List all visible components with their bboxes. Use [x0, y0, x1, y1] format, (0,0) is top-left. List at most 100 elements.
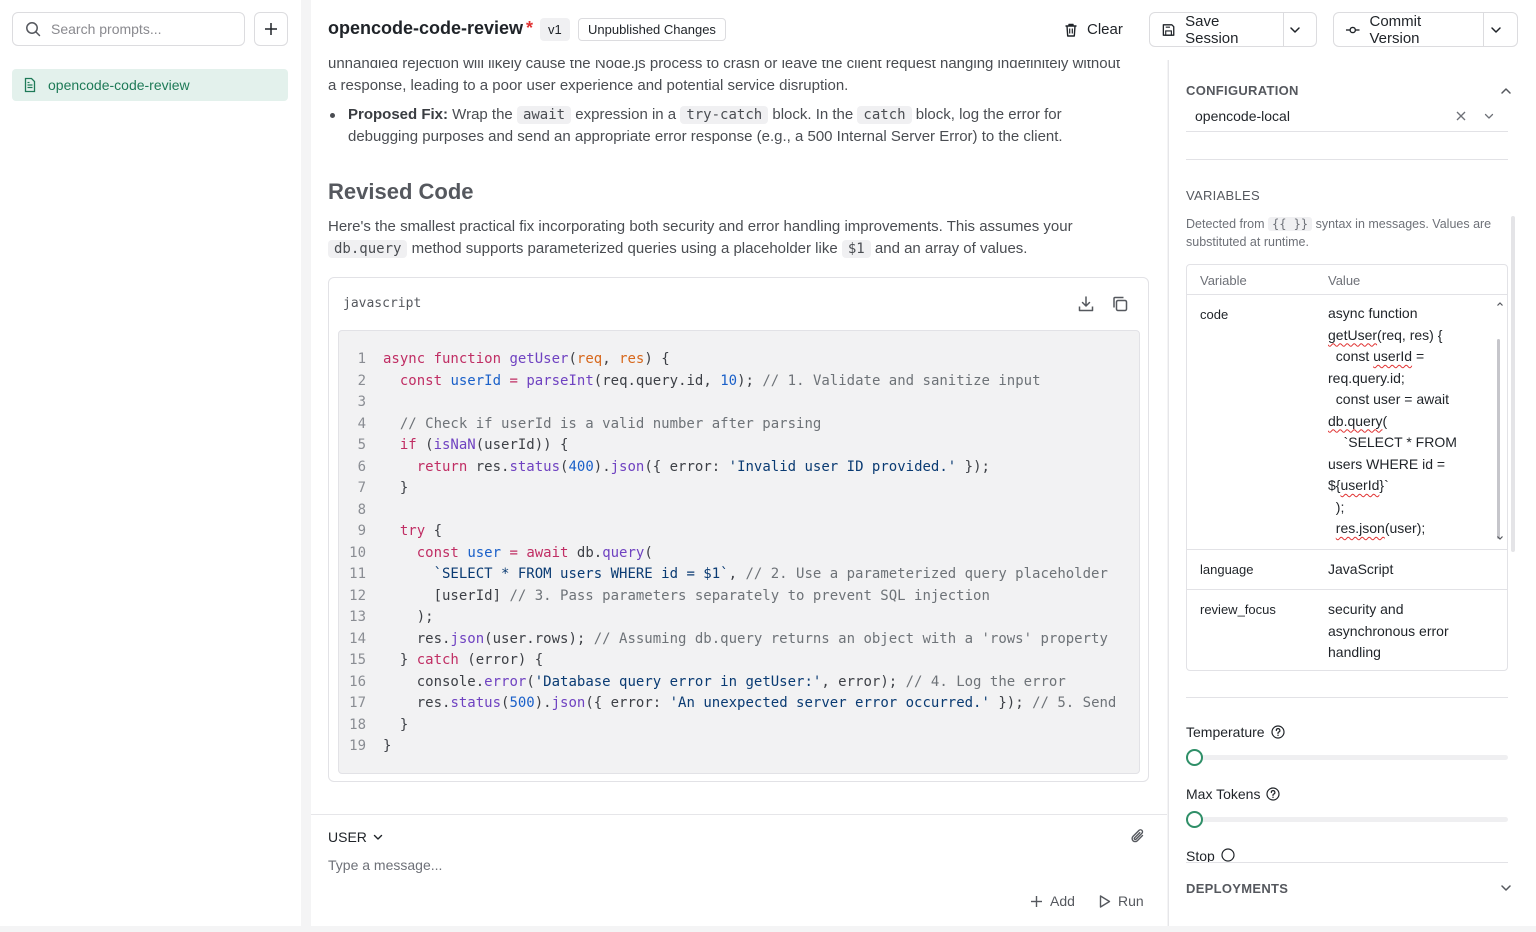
plus-icon [265, 23, 277, 35]
temperature-slider[interactable] [1186, 755, 1508, 760]
role-select[interactable]: USER [328, 829, 384, 845]
commit-version-button[interactable]: Commit Version [1334, 12, 1483, 47]
divider [1186, 697, 1508, 698]
code-line: 7 } [357, 480, 409, 496]
table-header: Variable Value [1187, 265, 1507, 295]
chevron-down-icon[interactable] [1483, 110, 1495, 122]
run-label: Run [1118, 893, 1144, 909]
chevron-down-icon[interactable] [1499, 881, 1513, 895]
code-body: 1 async function getUser(req, res) { 2 co… [338, 330, 1140, 774]
inline-code: $1 [841, 240, 871, 258]
commit-label: Commit Version [1369, 12, 1422, 47]
divider [1186, 862, 1508, 863]
fix-text: block. In the [768, 106, 858, 123]
configuration-title: CONFIGURATION [1186, 83, 1299, 98]
desc-text: Here's the smallest practical fix incorp… [328, 218, 1073, 235]
clear-button[interactable]: Clear [1051, 12, 1135, 47]
variables-table: Variable Value code async function getUs… [1186, 264, 1508, 671]
code-line: 16 console.error('Database query error i… [349, 673, 1066, 690]
message-composer: USER Add Run [311, 814, 1167, 926]
code-line: 5 if (isNaN(userId)) { [357, 437, 569, 453]
scroll-up-icon[interactable] [1495, 299, 1505, 309]
code-line: 9 try { [357, 523, 443, 539]
code-line: 18 } [349, 716, 409, 733]
download-icon[interactable] [1077, 295, 1095, 313]
save-options-dropdown[interactable] [1282, 13, 1316, 46]
code-line: 11 `SELECT * FROM users WHERE id = $1`, … [349, 566, 1108, 582]
value-scrollbar[interactable] [1497, 329, 1501, 543]
variable-name: code [1200, 307, 1229, 322]
add-message-button[interactable]: Add [1029, 893, 1075, 909]
chevron-down-icon [1491, 26, 1501, 33]
max-tokens-slider[interactable] [1186, 817, 1508, 822]
revised-code-description: Here's the smallest practical fix incorp… [328, 216, 1143, 260]
git-commit-icon [1345, 26, 1360, 33]
code-line: 6 return res.status(400).json({ error: '… [357, 458, 990, 475]
message-input[interactable] [328, 857, 1128, 873]
variable-value[interactable]: security and asynchronous error handling [1328, 599, 1468, 664]
search-input[interactable] [51, 21, 231, 37]
search-box[interactable] [12, 12, 245, 46]
settings-panel: CONFIGURATION opencode-local VARIABLES D… [1168, 60, 1536, 926]
code-line: 2 const userId = parseInt(req.query.id, … [357, 372, 1041, 389]
variable-value[interactable]: JavaScript [1328, 559, 1496, 581]
trash-icon [1065, 23, 1077, 37]
save-icon [1162, 23, 1175, 36]
temperature-slider-handle[interactable] [1186, 749, 1203, 766]
sidebar-item-opencode-code-review[interactable]: opencode-code-review [12, 69, 288, 101]
code-block: javascript 1 async function getUser(req, … [328, 277, 1149, 782]
code-line: 17 res.status(500).json({ error: 'An une… [349, 695, 1117, 711]
inline-code: db.query [328, 240, 408, 258]
code-line: 12 [userId] // 3. Pass parameters separa… [349, 587, 990, 604]
unsaved-marker: * [526, 18, 534, 38]
commit-options-dropdown[interactable] [1483, 13, 1517, 46]
panel-scrollbar[interactable] [1511, 216, 1515, 552]
clear-label: Clear [1087, 21, 1123, 38]
variables-title: VARIABLES [1186, 188, 1260, 203]
chevron-down-icon [1290, 26, 1301, 33]
stop-label: Stop [1186, 848, 1235, 862]
session-header: opencode-code-review * v1 Unpublished Cha… [311, 0, 1536, 60]
code-line: 10 const user = await db.query( [349, 544, 653, 561]
code-line: 4 // Check if userId is a valid number a… [357, 415, 822, 432]
inline-code: catch [857, 106, 912, 124]
proposed-fix-bullet: Proposed Fix: Wrap the await expression … [328, 104, 1128, 148]
new-prompt-button[interactable] [254, 12, 288, 46]
help-icon[interactable] [1266, 787, 1281, 801]
run-button[interactable]: Run [1097, 893, 1144, 909]
file-text-icon [24, 77, 36, 93]
fix-text: Wrap the [448, 106, 517, 123]
window-bottom-edge [0, 926, 1536, 932]
close-icon[interactable] [1455, 110, 1467, 122]
chevron-up-icon[interactable] [1499, 84, 1513, 98]
column-header-value: Value [1328, 273, 1361, 288]
save-label: Save Session [1185, 12, 1239, 47]
fix-text: expression in a [571, 106, 681, 123]
paperclip-icon[interactable] [1129, 827, 1147, 845]
deployments-title: DEPLOYMENTS [1186, 881, 1289, 896]
code-line: 14 res.json(user.rows); // Assuming db.q… [349, 630, 1108, 647]
variables-description: Detected from {{ }} syntax in messages. … [1186, 217, 1492, 249]
variable-value-code[interactable]: async function getUser(req, res) { const… [1328, 303, 1496, 543]
desc-text: method supports parameterized queries us… [407, 240, 842, 257]
status-badge: Unpublished Changes [578, 18, 726, 41]
help-icon[interactable] [1221, 848, 1235, 862]
max-tokens-slider-handle[interactable] [1186, 811, 1203, 828]
prompt-sidebar: opencode-code-review [0, 0, 301, 926]
plus-icon [1031, 895, 1042, 907]
code-line: 3 [357, 394, 366, 410]
scroll-down-icon[interactable] [1495, 533, 1505, 543]
scroll-thumb[interactable] [1497, 339, 1500, 539]
divider [1186, 159, 1508, 160]
save-session-button[interactable]: Save Session [1150, 12, 1283, 47]
help-icon[interactable] [1270, 725, 1285, 739]
copy-icon[interactable] [1111, 295, 1129, 313]
fix-label: Proposed Fix: [348, 106, 449, 123]
code-language-label: javascript [343, 296, 422, 311]
role-label: USER [328, 829, 367, 845]
desc-text: and an array of values. [870, 240, 1028, 257]
commit-version-group: Commit Version [1333, 12, 1518, 47]
chevron-down-icon [373, 834, 383, 840]
search-icon [26, 22, 41, 37]
revised-code-heading: Revised Code [328, 179, 474, 204]
